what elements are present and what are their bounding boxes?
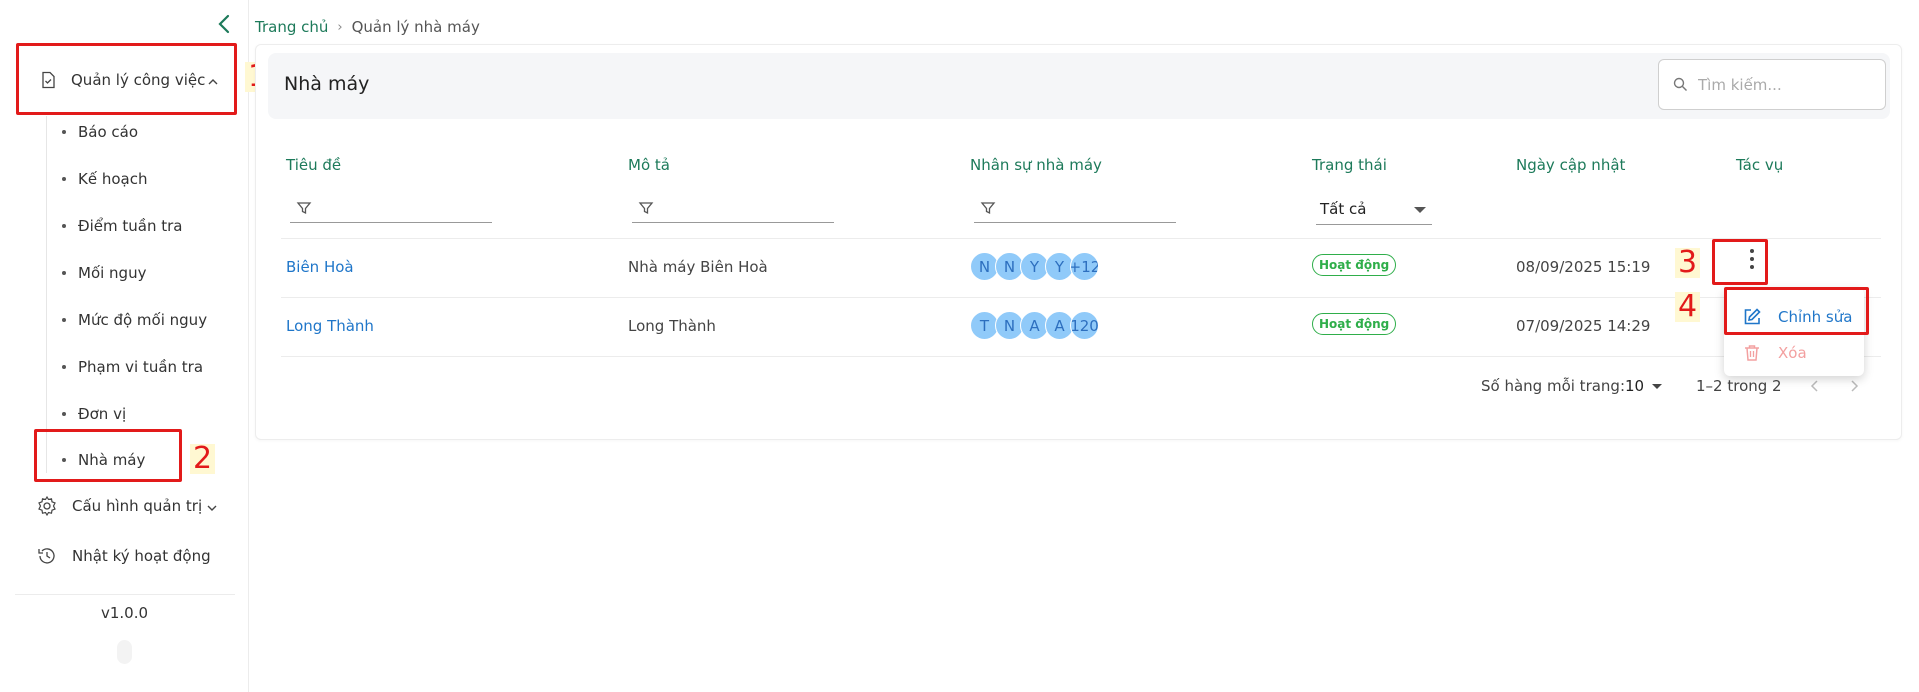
bullet-icon [62,412,66,416]
breadcrumb-separator: › [337,19,343,35]
sidebar-item-label: Phạm vi tuần tra [78,358,204,376]
sidebar-item-patrol-scope[interactable]: Phạm vi tuần tra [62,355,203,379]
status-filter-value: Tất cả [1320,199,1367,218]
trash-icon [1742,343,1762,363]
row-2-description: Long Thành [628,317,716,335]
sidebar-divider [15,594,235,595]
filter-icon [638,200,654,216]
column-header-updated[interactable]: Ngày cập nhật [1516,156,1625,174]
caret-down-icon [1414,207,1426,213]
sidebar-item-activity-log[interactable]: Nhật ký hoạt động [36,542,226,570]
filter-icon [980,200,996,216]
row-2-title-link[interactable]: Long Thành [286,317,374,335]
bullet-icon [62,365,66,369]
filter-title-input[interactable] [290,193,492,223]
sidebar-item-label: Nhật ký hoạt động [72,547,211,565]
sidebar-item-label: Đơn vị [78,405,127,423]
avatar-overflow-count: +12 [1070,252,1099,281]
annotation-number-2: 2 [190,444,216,474]
row-1-title-link[interactable]: Biên Hoà [286,258,354,276]
sidebar-item-reports[interactable]: Báo cáo [62,120,138,144]
breadcrumb: Trang chủ › Quản lý nhà máy [255,18,480,36]
search-input[interactable] [1698,75,1878,94]
annotation-box-2 [34,429,182,482]
column-header-staff[interactable]: Nhân sự nhà máy [970,156,1102,174]
factory-card: Nhà máy Tiêu đề Mô tả Nhân sự nhà máy Tr… [255,44,1902,440]
delete-label: Xóa [1778,344,1807,362]
breadcrumb-home[interactable]: Trang chủ [255,18,328,36]
annotation-number-4: 4 [1675,292,1701,322]
row-1-status-badge: Hoạt động [1312,254,1397,276]
row-1-updated-date: 08/09/2025 15:19 [1516,258,1651,276]
app-version: v1.0.0 [100,604,149,622]
sidebar-item-label: Điểm tuần tra [78,217,183,235]
page-title: Nhà máy [284,73,370,95]
status-filter-select[interactable]: Tất cả [1316,193,1432,225]
search-box[interactable] [1658,59,1886,110]
sidebar-item-patrol-points[interactable]: Điểm tuần tra [62,214,183,238]
filter-staff-input[interactable] [974,193,1176,223]
row-2-status-badge: Hoạt động [1312,313,1397,335]
sidebar-item-label: Mức độ mối nguy [78,311,208,329]
row-2-staff-avatars[interactable]: T N A A 120 [970,311,1099,340]
sidebar-item-units[interactable]: Đơn vị [62,402,126,426]
annotation-box-1 [16,43,237,115]
bullet-icon [62,271,66,275]
sidebar-item-hazard-levels[interactable]: Mức độ mối nguy [62,308,207,332]
rows-per-page-select[interactable]: 10 [1625,377,1663,395]
collapse-sidebar-icon[interactable] [214,12,234,36]
rows-per-page-label: Số hàng mỗi trang: [1481,377,1626,395]
next-page-icon[interactable] [1846,376,1862,396]
avatar-overflow-count: 120 [1070,311,1099,340]
caret-down-icon [1652,383,1663,389]
rows-per-page-value: 10 [1625,377,1645,395]
delete-menu-item[interactable]: Xóa [1724,338,1864,368]
sidebar-item-hazards[interactable]: Mối nguy [62,261,146,285]
sidebar-item-label: Kế hoạch [78,170,148,188]
prev-page-icon[interactable] [1807,376,1823,396]
bullet-icon [62,224,66,228]
bullet-icon [62,318,66,322]
row-divider [281,356,1881,357]
chevron-down-icon [206,500,218,512]
gear-icon [36,495,58,517]
annotation-box-4 [1724,287,1869,335]
bullet-icon [62,177,66,181]
sidebar-item-label: Mối nguy [78,264,147,282]
filter-icon [296,200,312,216]
column-header-status[interactable]: Trạng thái [1312,156,1387,174]
column-header-actions: Tác vụ [1736,156,1784,174]
breadcrumb-current: Quản lý nhà máy [351,18,480,36]
pagination-range: 1–2 trong 2 [1696,377,1782,395]
bullet-icon [62,130,66,134]
column-header-title[interactable]: Tiêu đề [286,156,341,174]
card-header: Nhà máy [268,53,1890,119]
column-header-description[interactable]: Mô tả [628,156,670,174]
row-2-updated-date: 07/09/2025 14:29 [1516,317,1651,335]
sidebar-item-plans[interactable]: Kế hoạch [62,167,147,191]
history-icon [36,545,58,567]
row-divider [281,238,1881,239]
row-1-description: Nhà máy Biên Hoà [628,258,768,276]
annotation-box-3 [1712,239,1768,285]
filter-description-input[interactable] [632,193,834,223]
row-1-staff-avatars[interactable]: N N Y Y +12 [970,252,1099,281]
sidebar-item-admin-config[interactable]: Cấu hình quản trị [36,492,226,520]
sidebar-item-label: Cấu hình quản trị [72,497,203,515]
submenu-guide-line [46,116,47,473]
sidebar-scroll-indicator [117,640,132,664]
row-divider [281,297,1881,298]
sidebar-item-label: Báo cáo [78,123,139,141]
search-icon [1673,77,1688,92]
annotation-number-3: 3 [1675,248,1701,278]
